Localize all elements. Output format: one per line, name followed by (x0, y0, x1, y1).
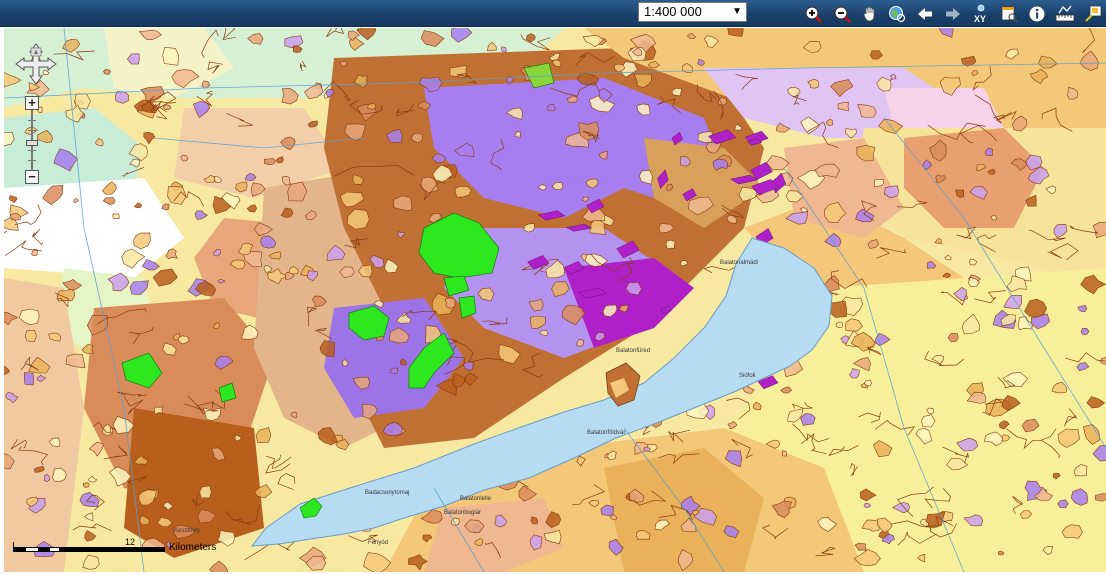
geology-polygon (530, 516, 539, 525)
geology-polygon (393, 195, 412, 211)
place-label: Siófok (739, 373, 756, 379)
pan-hand-icon[interactable] (859, 3, 881, 24)
place-label: Badacsonytomaj (365, 490, 410, 496)
measure-ruler-icon[interactable] (1054, 3, 1076, 24)
forward-arrow-icon[interactable] (942, 3, 964, 24)
geology-polygon (666, 183, 673, 191)
zoom-out-icon[interactable] (831, 3, 853, 24)
back-arrow-icon[interactable] (914, 3, 936, 24)
geology-polygon (444, 297, 456, 309)
zoom-slider-tick (28, 160, 36, 161)
place-label: Fonyód (368, 540, 389, 546)
geology-polygon (665, 239, 676, 250)
geology-polygon (82, 482, 90, 488)
place-label: Balatonföldvár (587, 430, 626, 436)
scale-bar: 12 Kilometers (13, 537, 243, 566)
place-label: Balatonlelle (460, 496, 492, 502)
chevron-down-icon: ▼ (732, 6, 742, 17)
place-label: Balatonalmádi (720, 260, 759, 266)
query-window-icon[interactable] (998, 3, 1020, 24)
zoom-slider-plus-button[interactable]: + (25, 96, 39, 110)
geology-polygon (287, 181, 308, 202)
scale-dropdown[interactable]: 1:400 000 ▼ (638, 2, 747, 22)
xy-coordinate-icon[interactable]: XY (970, 3, 992, 24)
zoom-slider-tick (28, 150, 36, 151)
overview-map-icon[interactable] (1082, 3, 1104, 24)
map-toolbar: 1:400 000 ▼ XY (0, 0, 1106, 27)
place-label: Balatonboglár (444, 510, 482, 516)
geology-polygon (367, 103, 377, 110)
geology-polygon (500, 46, 507, 53)
info-icon[interactable] (1026, 3, 1048, 24)
zoom-slider-thumb[interactable] (26, 140, 38, 146)
scale-bar-unit: Kilometers (169, 542, 217, 553)
svg-text:XY: XY (974, 14, 986, 24)
geological-map[interactable]: Balatonalmádi Balatonfüred Siófok Balato… (4, 28, 1106, 572)
geology-polygon (114, 91, 130, 104)
scale-bar-graphic (13, 547, 165, 552)
pan-control (14, 42, 58, 86)
place-label: Balatonfüred (616, 348, 651, 354)
zoom-slider: + − (25, 96, 39, 184)
place-label: Keszthely (174, 528, 201, 534)
zoom-slider-tick (28, 130, 36, 131)
geology-polygon (1095, 493, 1106, 502)
scale-dropdown-value: 1:400 000 (644, 4, 702, 19)
geology-polygon (781, 450, 787, 457)
zoom-slider-minus-button[interactable]: − (25, 170, 39, 184)
full-extent-globe-icon[interactable] (886, 3, 908, 24)
zoom-in-icon[interactable] (802, 3, 824, 24)
geology-polygon (162, 46, 180, 66)
map-canvas (4, 28, 1106, 572)
zoom-slider-tick (28, 120, 36, 121)
geology-polygon (24, 329, 37, 342)
geology-polygon (112, 213, 120, 219)
geology-polygon (23, 372, 35, 386)
scale-bar-tick-label: 12 (125, 537, 136, 547)
